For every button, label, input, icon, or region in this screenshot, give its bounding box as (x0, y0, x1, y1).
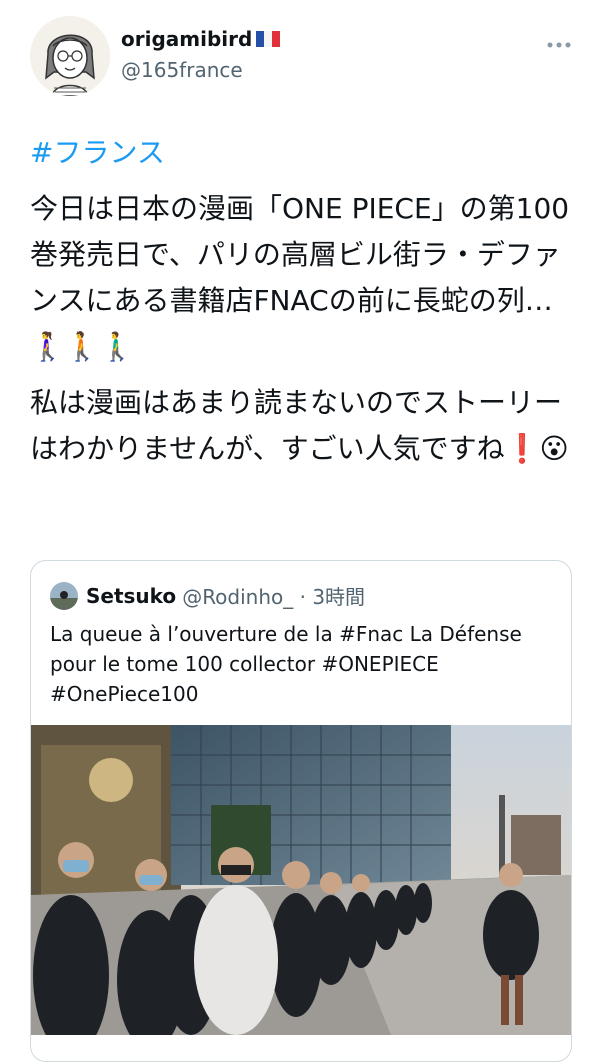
quoted-author-name: Setsuko (86, 583, 177, 608)
quoted-text-line: pour le tome 100 collector #ONEPIECE (50, 652, 439, 676)
quoted-text-line: La queue à l’ouverture de la #Fnac La Dé… (50, 622, 522, 646)
author-display-name[interactable]: origamibird (121, 27, 252, 51)
more-horizontal-icon[interactable] (546, 30, 572, 55)
tweet-paragraph: 私は漫画はあまり読まないのでストーリーはわかりませんが、すごい人気ですね❗️😮 (30, 386, 569, 465)
quoted-tweet-text: La queue à l’ouverture de la #Fnac La Dé… (50, 619, 555, 709)
quoted-text-line: #OnePiece100 (50, 682, 199, 706)
queue-photo[interactable] (31, 725, 571, 1055)
avatar-illustration (30, 16, 110, 96)
quoted-tweet-card[interactable]: Setsuko @Rodinho_ · 3時間 La queue à l’ouv… (30, 560, 572, 1062)
author-avatar[interactable] (30, 16, 110, 96)
quoted-author-handle-time: @Rodinho_ · 3時間 (182, 585, 366, 609)
quoted-author-avatar (50, 581, 78, 610)
quoted-tweet-header: Setsuko @Rodinho_ · 3時間 (50, 581, 365, 610)
author-name-row[interactable]: origamibird (121, 27, 281, 51)
author-handle[interactable]: @165france (121, 58, 243, 82)
photo-illustration (31, 725, 571, 1055)
france-flag-icon (256, 31, 281, 47)
tweet-body: #フランス 今日は日本の漫画「ONE PIECE」の第100巻発売日で、パリの高… (30, 130, 570, 482)
hashtag-link[interactable]: #フランス (30, 130, 570, 176)
tweet-paragraph: 今日は日本の漫画「ONE PIECE」の第100巻発売日で、パリの高層ビル街ラ・… (30, 192, 570, 363)
